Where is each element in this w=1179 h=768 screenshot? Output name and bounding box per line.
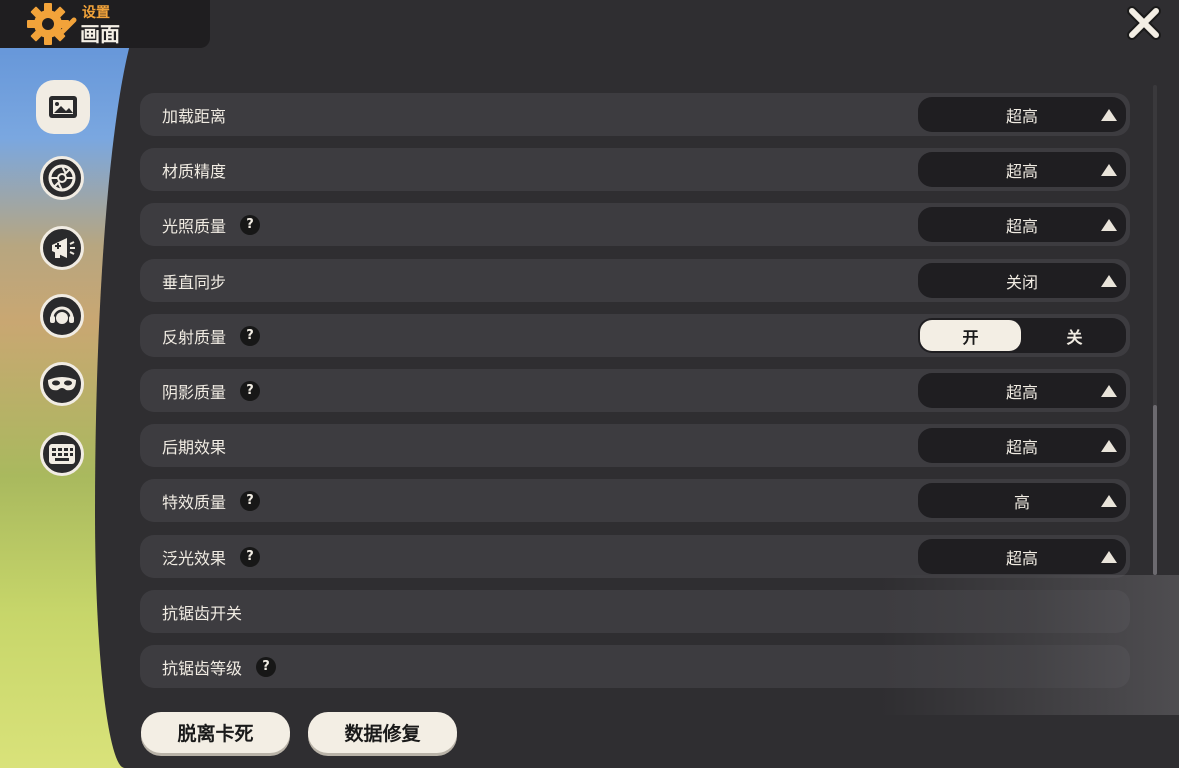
dropdown-value: 超高 (1005, 382, 1038, 402)
sidebar-item-privacy[interactable] (40, 362, 84, 406)
triangle-up-icon (1101, 385, 1117, 397)
setting-row: 材质精度 超高 (140, 148, 1130, 191)
dropdown-value: 超高 (1005, 161, 1038, 181)
headset-icon (50, 306, 74, 324)
setting-row: 光照质量? 超高 (140, 203, 1130, 246)
sidebar-item-audio[interactable] (40, 294, 84, 338)
data-repair-button[interactable]: 数据修复 (308, 712, 457, 753)
dropdown-value: 超高 (1005, 216, 1038, 236)
scrollbar-thumb[interactable] (1153, 405, 1157, 575)
sidebar-item-graphics[interactable] (36, 80, 90, 134)
triangle-up-icon (1101, 219, 1117, 231)
header-bar: 设置 画面 (0, 0, 210, 48)
sidebar-item-social[interactable] (40, 226, 84, 270)
sidebar-item-controls[interactable] (40, 432, 84, 476)
dropdown-value: 超高 (1005, 548, 1038, 568)
setting-row: 特效质量? 高 (140, 479, 1130, 522)
sidebar-item-camera[interactable] (40, 156, 84, 200)
setting-row: 加载距离 超高 (140, 93, 1130, 136)
help-icon[interactable]: ? (240, 380, 261, 401)
setting-row: 泛光效果? 超高 (140, 535, 1130, 578)
dropdown-value: 超高 (1005, 437, 1038, 457)
help-icon[interactable]: ? (240, 546, 261, 567)
picture-icon (49, 96, 77, 118)
help-icon[interactable]: ? (240, 490, 261, 511)
setting-dropdown[interactable]: 超高 (918, 539, 1126, 574)
dropdown-value: 高 (1013, 492, 1030, 512)
dropdown-value: 超高 (1005, 106, 1038, 126)
setting-row: 阴影质量? 超高 (140, 369, 1130, 412)
setting-label: 特效质量 (162, 492, 227, 512)
triangle-up-icon (1101, 551, 1117, 563)
triangle-up-icon (1101, 440, 1117, 452)
setting-dropdown[interactable]: 超高 (918, 428, 1126, 463)
setting-toggle: 开关 (918, 318, 1126, 353)
triangle-up-icon (1101, 109, 1117, 121)
setting-label: 垂直同步 (162, 272, 227, 292)
setting-dropdown[interactable]: 超高 (918, 97, 1126, 132)
setting-dropdown[interactable]: 关闭 (918, 263, 1126, 298)
dropdown-value: 关闭 (1005, 272, 1038, 292)
help-icon[interactable]: ? (240, 214, 261, 235)
setting-label: 材质精度 (162, 161, 227, 181)
toggle-on-option[interactable]: 开 (920, 320, 1022, 351)
setting-label: 抗锯齿等级 (162, 658, 243, 678)
toggle-off-option[interactable]: 关 (1023, 318, 1126, 353)
triangle-up-icon (1101, 495, 1117, 507)
setting-row: 抗锯齿开关 (140, 590, 1130, 633)
page-title: 画面 (80, 22, 120, 46)
setting-dropdown[interactable]: 超高 (918, 207, 1126, 242)
setting-dropdown[interactable]: 高 (918, 483, 1126, 518)
setting-label: 泛光效果 (162, 548, 227, 568)
setting-label: 后期效果 (162, 437, 227, 457)
close-icon[interactable] (1126, 5, 1162, 41)
setting-row: 反射质量? 开关 (140, 314, 1130, 357)
unstuck-button[interactable]: 脱离卡死 (141, 712, 290, 753)
category-sidebar (30, 80, 100, 500)
gear-icon (27, 3, 77, 45)
triangle-up-icon (1101, 275, 1117, 287)
setting-row: 垂直同步 关闭 (140, 259, 1130, 302)
megaphone-icon (52, 238, 75, 258)
keyboard-icon (49, 444, 75, 464)
setting-label: 加载距离 (162, 106, 227, 126)
mask-icon (48, 377, 76, 391)
setting-dropdown[interactable]: 超高 (918, 373, 1126, 408)
setting-label: 反射质量 (162, 327, 227, 347)
setting-label: 光照质量 (162, 216, 227, 236)
setting-label: 抗锯齿开关 (162, 603, 243, 623)
setting-row: 后期效果 超高 (140, 424, 1130, 467)
triangle-up-icon (1101, 164, 1117, 176)
help-icon[interactable]: ? (240, 325, 261, 346)
aperture-icon (48, 164, 76, 192)
help-icon[interactable]: ? (256, 656, 277, 677)
setting-label: 阴影质量 (162, 382, 227, 402)
setting-dropdown[interactable]: 超高 (918, 152, 1126, 187)
setting-row: 抗锯齿等级? (140, 645, 1130, 688)
